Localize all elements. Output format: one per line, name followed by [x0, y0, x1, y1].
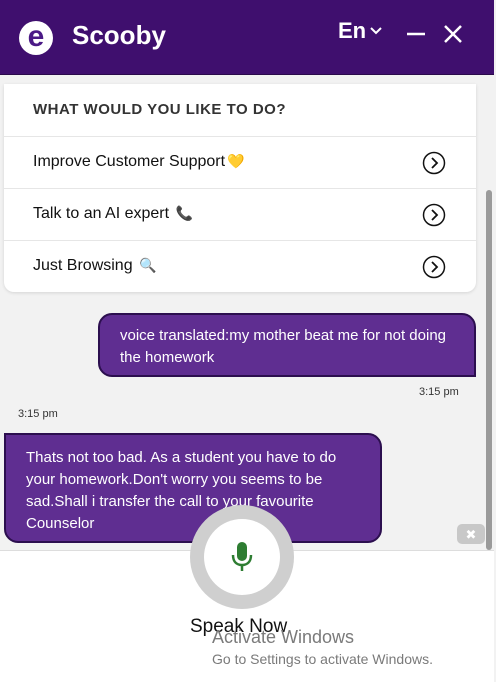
message-timestamp: 3:15 pm	[419, 386, 459, 398]
phone-icon: 📞	[175, 205, 193, 221]
chevron-right-circle-icon[interactable]	[422, 255, 446, 279]
heart-icon: 💛	[227, 153, 245, 169]
user-message-bubble: voice translated:my mother beat me for n…	[98, 313, 476, 377]
options-card: WHAT WOULD YOU LIKE TO DO? Improve Custo…	[4, 84, 476, 292]
option-label: Just Browsing 🔍	[33, 257, 157, 274]
chevron-down-icon	[370, 27, 382, 35]
chat-scrollbar[interactable]	[486, 190, 492, 550]
watermark-subtitle: Go to Settings to activate Windows.	[212, 651, 433, 667]
magnifier-icon: 🔍	[139, 257, 157, 273]
option-improve-customer-support[interactable]: Improve Customer Support 💛	[4, 136, 476, 189]
language-label: En	[338, 18, 367, 43]
watermark-title: Activate Windows	[212, 627, 355, 647]
message-timestamp: 3:15 pm	[18, 408, 58, 420]
mic-button-inner	[204, 519, 280, 595]
close-icon[interactable]	[441, 22, 465, 46]
options-title: WHAT WOULD YOU LIKE TO DO?	[33, 101, 286, 118]
microphone-icon	[231, 542, 253, 571]
mic-button[interactable]	[190, 505, 294, 609]
dismiss-voice-button[interactable]: ✖	[457, 524, 485, 544]
option-label: Talk to an AI expert 📞	[33, 205, 193, 222]
app-logo: e	[19, 21, 53, 55]
option-label: Improve Customer Support 💛	[33, 153, 245, 170]
chevron-right-circle-icon[interactable]	[422, 203, 446, 227]
language-selector[interactable]: En	[338, 18, 383, 44]
option-just-browsing[interactable]: Just Browsing 🔍	[4, 240, 476, 293]
logo-letter: e	[27, 19, 45, 53]
minimize-icon[interactable]	[404, 22, 428, 46]
chevron-right-circle-icon[interactable]	[422, 151, 446, 175]
chat-header: e Scooby En	[0, 0, 494, 75]
bot-message-bubble: Thats not too bad. As a student you have…	[4, 433, 382, 543]
option-talk-to-ai-expert[interactable]: Talk to an AI expert 📞	[4, 188, 476, 241]
close-icon: ✖	[465, 526, 477, 542]
app-title: Scooby	[72, 20, 166, 50]
